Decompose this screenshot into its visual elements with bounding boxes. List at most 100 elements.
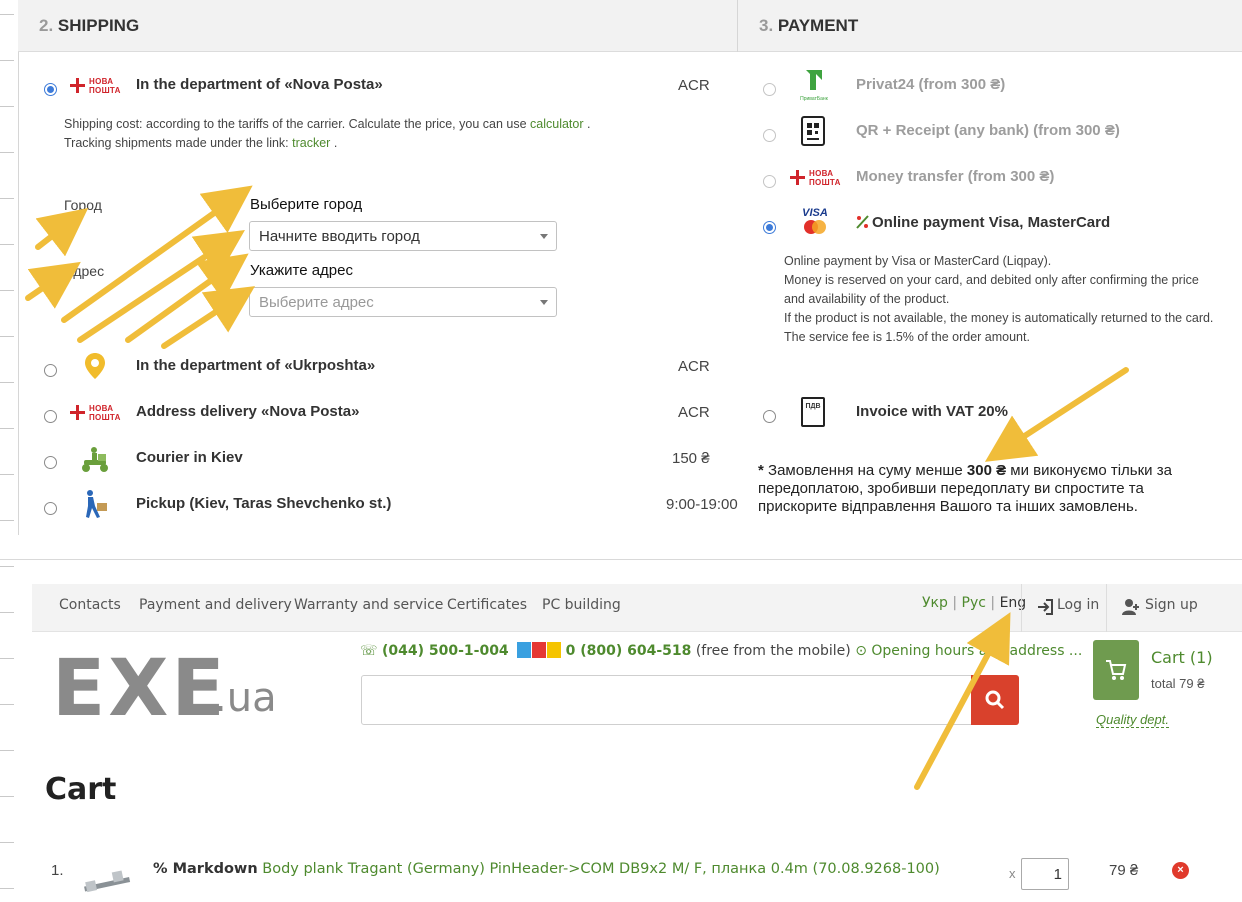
nova-poshta-logo: НОВА ПОШТА — [790, 167, 846, 189]
walking-person-icon — [86, 490, 107, 518]
map-pin-icon — [85, 353, 105, 379]
quantity-multiplier: x — [1009, 866, 1016, 881]
shipping-option-price: ACR — [678, 77, 710, 94]
shipping-option-price: ACR — [678, 404, 710, 421]
phone-free[interactable]: 0 (800) 604-518 — [566, 643, 692, 659]
cart-link[interactable]: Cart (1) — [1151, 648, 1213, 667]
notebook-ruler — [0, 0, 14, 902]
clock-icon: ⊙ — [855, 643, 867, 659]
payment-option-title[interactable]: Money transfer (from 300 ₴) — [856, 168, 1054, 185]
phone-bar: ☏ (044) 500-1-004 0 (800) 604-518 (free … — [360, 642, 1082, 659]
cart-total: total 79 ₴ — [1151, 676, 1205, 691]
percent-tag-icon — [856, 215, 869, 229]
shipping-header-title: SHIPPING — [57, 16, 140, 35]
remove-icon[interactable]: × — [1172, 862, 1189, 879]
address-title: Укажите адрес — [250, 262, 353, 279]
vodafone-icon — [532, 642, 547, 658]
shipping-radio-ukrposhta[interactable] — [44, 364, 57, 377]
nav-contacts[interactable]: Contacts — [59, 597, 121, 613]
chevron-down-icon — [540, 300, 548, 305]
payment-radio-money-transfer[interactable] — [763, 175, 776, 188]
shipping-header-number: 2. — [39, 16, 54, 35]
shipping-option-title[interactable]: Pickup (Kiev, Taras Shevchenko st.) — [136, 495, 391, 512]
prepayment-note: * Замовлення на суму менше 300 ₴ ми вико… — [758, 462, 1172, 515]
nav-warranty-service[interactable]: Warranty and service — [294, 597, 443, 613]
cart-button[interactable] — [1093, 640, 1139, 700]
lifecell-icon — [547, 642, 562, 658]
privatbank-logo: ПриватБанк — [796, 70, 832, 102]
shipping-radio-pickup[interactable] — [44, 502, 57, 515]
city-title: Выберите город — [250, 196, 363, 213]
shipping-option-title[interactable]: Address delivery «Nova Posta» — [136, 403, 359, 420]
tracking-text: Tracking shipments made under the link: … — [64, 136, 338, 150]
nav-pc-building[interactable]: PC building — [542, 597, 621, 613]
payment-radio-invoice-vat[interactable] — [763, 410, 776, 423]
chevron-down-icon — [540, 234, 548, 239]
login-link[interactable]: Log in — [1057, 597, 1099, 613]
shipping-radio-nova-posta-address[interactable] — [44, 410, 57, 423]
courier-scooter-icon — [82, 447, 108, 472]
lang-ukr[interactable]: Укр — [922, 595, 948, 611]
quantity-field[interactable]: 1 — [1021, 858, 1069, 890]
search-input[interactable] — [361, 675, 973, 725]
city-select-value: Начните вводить город — [259, 228, 420, 245]
signup-link[interactable]: Sign up — [1145, 597, 1198, 613]
payment-radio-qr-receipt[interactable] — [763, 129, 776, 142]
phone-primary[interactable]: (044) 500-1-004 — [382, 643, 509, 659]
site-logo[interactable]: EXE — [52, 650, 228, 728]
shipping-option-title[interactable]: In the department of «Nova Posta» — [136, 76, 383, 93]
qr-receipt-icon — [801, 116, 825, 146]
nav-certificates[interactable]: Certificates — [447, 597, 527, 613]
shipping-header: 2. SHIPPING — [18, 0, 738, 52]
address-select-placeholder: Выберите адрес — [259, 294, 374, 311]
quality-dept-link[interactable]: Quality dept. — [1096, 712, 1169, 728]
search-button[interactable] — [971, 675, 1019, 725]
nova-poshta-logo: НОВА ПОШТА — [70, 402, 126, 424]
kyivstar-icon — [517, 642, 532, 658]
cart-item-name[interactable]: % Markdown Body plank Tragant (Germany) … — [153, 861, 940, 877]
payment-option-title[interactable]: Invoice with VAT 20% — [856, 403, 1008, 420]
city-label: Город — [64, 197, 102, 213]
shipping-option-price: 150 ₴ — [672, 450, 710, 467]
top-navigation: Contacts Payment and delivery Warranty a… — [32, 584, 1242, 632]
lang-switch: Укр | Рус | Eng — [922, 595, 1027, 611]
phone-icon: ☏ — [360, 643, 378, 659]
cart-item-number: 1. — [51, 862, 64, 879]
payment-header: 3. PAYMENT — [738, 0, 1242, 52]
product-thumbnail[interactable] — [80, 860, 132, 902]
city-select[interactable]: Начните вводить город — [249, 221, 557, 251]
calculator-link[interactable]: calculator — [530, 117, 584, 131]
online-payment-description: Online payment by Visa or MasterCard (Li… — [784, 254, 1214, 344]
payment-option-title[interactable]: Privat24 (from 300 ₴) — [856, 76, 1005, 93]
payment-option-title[interactable]: Online payment Visa, MasterCard — [872, 214, 1110, 231]
shipping-option-title[interactable]: In the department of «Ukrposhta» — [136, 357, 375, 374]
payment-radio-privat24[interactable] — [763, 83, 776, 96]
cart-item-price: 79 ₴ — [1109, 862, 1139, 879]
visa-mastercard-logo: VISA — [799, 207, 831, 239]
screenshot-divider — [0, 559, 1242, 560]
login-icon — [1038, 599, 1053, 615]
address-label: Адрес — [64, 263, 105, 279]
site-logo-suffix: .ua — [214, 675, 277, 721]
shipping-radio-courier[interactable] — [44, 456, 57, 469]
shipping-option-title[interactable]: Courier in Kiev — [136, 449, 243, 466]
markdown-badge: % Markdown — [153, 861, 258, 877]
phone-free-note: (free from the mobile) — [695, 643, 851, 659]
opening-hours-link[interactable]: Opening hours and address ... — [871, 643, 1082, 659]
invoice-pdv-icon: ПДВ — [801, 397, 825, 427]
payment-header-title: PAYMENT — [777, 16, 859, 35]
payment-option-title[interactable]: QR + Receipt (any bank) (from 300 ₴) — [856, 122, 1120, 139]
payment-radio-visa-mastercard[interactable] — [763, 221, 776, 234]
add-user-icon — [1122, 599, 1139, 615]
cart-icon — [1106, 660, 1127, 680]
lang-rus[interactable]: Рус — [962, 595, 986, 611]
shipping-option-price: ACR — [678, 358, 710, 375]
nav-payment-delivery[interactable]: Payment and delivery — [139, 597, 292, 613]
shipping-cost-text: Shipping cost: according to the tariffs … — [64, 117, 591, 131]
lang-eng[interactable]: Eng — [1000, 595, 1027, 611]
tracker-link[interactable]: tracker — [292, 136, 330, 150]
page-title: Cart — [45, 772, 117, 807]
shipping-radio-nova-posta-dept[interactable] — [44, 83, 57, 96]
search-icon — [985, 690, 1005, 710]
address-select[interactable]: Выберите адрес — [249, 287, 557, 317]
